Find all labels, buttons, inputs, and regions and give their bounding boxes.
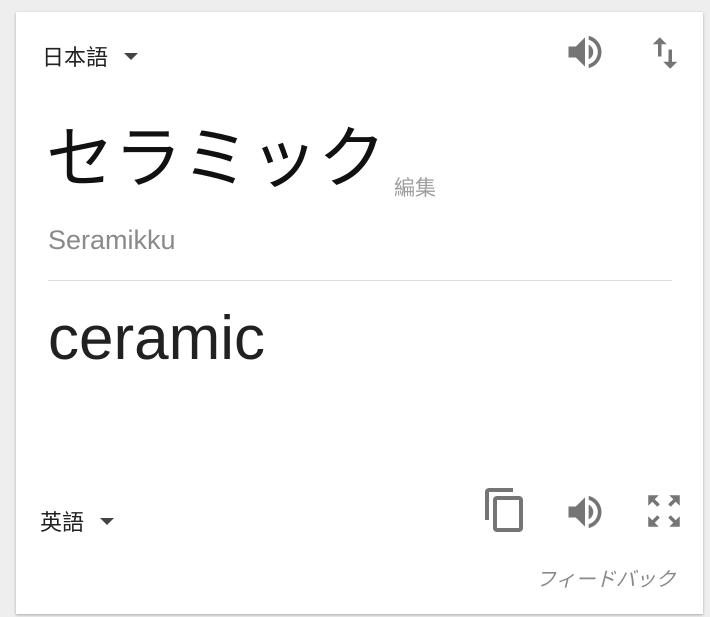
fullscreen-icon[interactable] (643, 490, 685, 532)
chevron-down-icon (124, 52, 139, 60)
source-speaker-icon[interactable] (563, 30, 607, 74)
source-language-label: 日本語 (42, 46, 109, 71)
target-language-select[interactable]: 英語 (40, 505, 115, 537)
target-speaker-icon[interactable] (563, 490, 607, 534)
translation-text: ceramic (48, 304, 266, 373)
source-text: セラミック (46, 120, 387, 199)
chevron-down-icon (100, 517, 115, 525)
divider (48, 280, 672, 281)
romanization-text: Seramikku (48, 225, 176, 255)
copy-icon[interactable] (481, 484, 529, 536)
translate-card: 日本語 セラミック 編集 Seramikku ceramic 英語 フィードバッ… (16, 12, 703, 614)
swap-languages-icon[interactable] (644, 32, 686, 74)
target-language-label: 英語 (40, 511, 85, 536)
edit-link[interactable]: 編集 (394, 172, 436, 202)
source-language-select[interactable]: 日本語 (42, 40, 139, 72)
feedback-link[interactable]: フィードバック (536, 563, 676, 592)
